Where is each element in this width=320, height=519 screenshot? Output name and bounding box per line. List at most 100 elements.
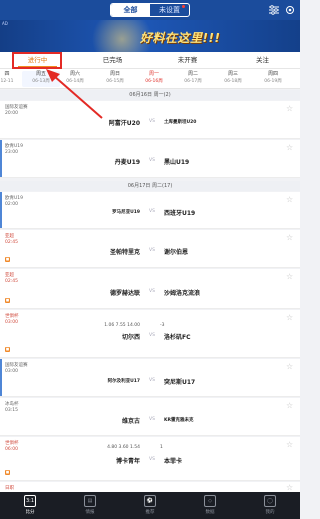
match-time: 20:00: [5, 111, 18, 116]
date-item[interactable]: 周五 06-13周: [22, 71, 60, 87]
nav-intel[interactable]: ▤ 情报: [60, 492, 120, 519]
match-time: 03:15: [5, 408, 18, 413]
away-team: 谢尔伯恩: [164, 249, 189, 256]
nav-label: 情报: [85, 510, 95, 515]
vs-label: VS: [149, 119, 155, 124]
handicap-value: -3: [160, 323, 165, 328]
home-team: 丹麦U19: [114, 159, 140, 166]
away-team: 沙姆洛克流浪: [164, 290, 201, 297]
match-row[interactable]: 国际友谊赛 20:00 阿富汗U20 VS 土库曼斯坦U20 ☆: [0, 101, 300, 139]
nav-label: 比分: [25, 510, 35, 515]
live-stream-icon: ■: [5, 257, 10, 262]
date-strip: 四 12-11 周五 06-13周 周六 06-14周 周日 06-15周 周一 06-1…: [0, 69, 300, 89]
favorite-star-icon[interactable]: ☆: [286, 313, 293, 322]
handicap-value: 1: [160, 445, 163, 450]
date-weekday: 周五: [35, 71, 46, 77]
match-row[interactable]: 亚超 02:45 ■ 德罗赫达联 VS 沙姆洛克流浪 ☆: [0, 269, 300, 309]
away-team: 洛杉矶FC: [164, 334, 191, 341]
away-team: 突尼斯U17: [164, 379, 196, 386]
favorite-star-icon[interactable]: ☆: [286, 440, 293, 449]
home-team: 阿富汗U20: [108, 120, 140, 127]
favorite-star-icon[interactable]: ☆: [286, 483, 293, 492]
home-team: 切尔西: [121, 334, 140, 341]
favorite-star-icon[interactable]: ☆: [286, 272, 293, 281]
date-item[interactable]: 周六 06-14周: [56, 71, 94, 85]
favorite-star-icon[interactable]: ☆: [286, 233, 293, 242]
nav-profile[interactable]: ◯ 我的: [240, 492, 300, 519]
league-color-bar: [0, 192, 2, 228]
nav-recommend[interactable]: ⚽ 推荐: [120, 492, 180, 519]
nav-label: 我的: [265, 510, 275, 515]
filter-segmented-control: 全部 未设置: [110, 3, 190, 17]
vs-label: VS: [149, 209, 155, 214]
favorite-star-icon[interactable]: ☆: [286, 401, 293, 410]
tab-favorites[interactable]: 关注: [225, 52, 300, 68]
nav-scores[interactable]: 3:1 比分: [0, 492, 60, 519]
match-row[interactable]: 欧青U19 23:00 丹麦U19 VS 黑山U19 ☆: [0, 140, 300, 178]
annotation-highlight-box: [12, 52, 62, 69]
date-weekday: 周二: [187, 71, 198, 77]
favorite-star-icon[interactable]: ☆: [286, 195, 293, 204]
nav-label: 数据: [205, 510, 215, 515]
data-icon: ◇: [204, 495, 216, 507]
vs-label: VS: [149, 378, 155, 383]
home-team: 圣帕特里克: [109, 249, 140, 256]
tab-finished[interactable]: 已完场: [75, 52, 150, 68]
ad-label: AD: [2, 21, 8, 26]
match-row[interactable]: 欧青U19 02:00 罗马尼亚U19 VS 西班牙U19 ☆: [0, 192, 300, 229]
away-team: 黑山U19: [164, 159, 190, 166]
date-item[interactable]: 周二 06-17周: [174, 71, 212, 85]
date-weekday: 周日: [109, 71, 120, 77]
league-color-bar: [0, 140, 2, 177]
away-team: 西班牙U19: [164, 210, 196, 217]
match-row[interactable]: 世俱杯 06:00 4.80 3.60 1.54 1 ■ 博卡青年 VS 本菲卡…: [0, 437, 300, 481]
tab-upcoming[interactable]: 未开赛: [150, 52, 225, 68]
nav-data[interactable]: ◇ 数据: [180, 492, 240, 519]
date-day: 06-14周: [66, 79, 84, 84]
recommend-icon: ⚽: [144, 495, 156, 507]
favorite-star-icon[interactable]: ☆: [286, 104, 293, 113]
favorite-star-icon[interactable]: ☆: [286, 143, 293, 152]
vs-label: VS: [149, 457, 155, 462]
segment-unset[interactable]: 未设置: [150, 4, 189, 16]
day-header: 06月16日 周一(2): [0, 90, 300, 100]
nav-label: 推荐: [145, 510, 155, 515]
date-day: 06-16周: [145, 79, 163, 84]
live-stream-icon: ■: [5, 298, 10, 303]
date-weekday: 周一: [148, 71, 159, 77]
banner-slogan: 好料在这里!!!: [140, 31, 221, 45]
date-item[interactable]: 周日 06-15周: [96, 71, 134, 85]
vs-label: VS: [149, 248, 155, 253]
top-bar: 全部 未设置: [0, 0, 300, 20]
date-day: 06-19周: [264, 79, 282, 84]
match-odds: 1.06 7.55 14.00: [104, 323, 140, 328]
match-time: 06:00: [5, 447, 18, 452]
date-item[interactable]: 周三 06-18周: [214, 71, 252, 85]
filter-icon[interactable]: [268, 4, 280, 16]
segment-unset-label: 未设置: [159, 6, 180, 14]
away-team: 土库曼斯坦U20: [164, 120, 197, 125]
match-row[interactable]: 冰岛杯 03:15 维京古 VS KR雷克雅未克 ☆: [0, 398, 300, 436]
vs-label: VS: [149, 289, 155, 294]
date-item[interactable]: 周四 06-19周: [254, 71, 292, 85]
match-row[interactable]: 国际友谊赛 03:00 阿尔及利亚U17 VS 突尼斯U17 ☆: [0, 359, 300, 397]
date-day: 06-13周: [32, 79, 50, 84]
date-item-today[interactable]: 周一 06-16周: [135, 71, 173, 85]
away-team: 本菲卡: [164, 458, 183, 465]
home-team: 阿尔及利亚U17: [107, 379, 140, 384]
live-stream-icon: ■: [5, 470, 10, 475]
match-row[interactable]: 亚超 02:45 ■ 圣帕特里克 VS 谢尔伯恩 ☆: [0, 230, 300, 268]
match-row[interactable]: 世俱杯 03:00 1.06 7.55 14.00 -3 ■ 切尔西 VS 洛杉…: [0, 310, 300, 358]
match-time: 02:00: [5, 202, 18, 207]
home-team: 维京古: [121, 418, 140, 425]
date-day: 06-17周: [184, 79, 202, 84]
settings-icon[interactable]: [284, 4, 296, 16]
vs-label: VS: [149, 158, 155, 163]
vs-label: VS: [149, 417, 155, 422]
segment-all[interactable]: 全部: [111, 4, 150, 16]
date-day: 06-15周: [106, 79, 124, 84]
promo-banner[interactable]: AD 好料在这里!!!: [0, 20, 300, 52]
profile-icon: ◯: [264, 495, 276, 507]
favorite-star-icon[interactable]: ☆: [286, 362, 293, 371]
home-team: 德罗赫达联: [109, 290, 140, 297]
